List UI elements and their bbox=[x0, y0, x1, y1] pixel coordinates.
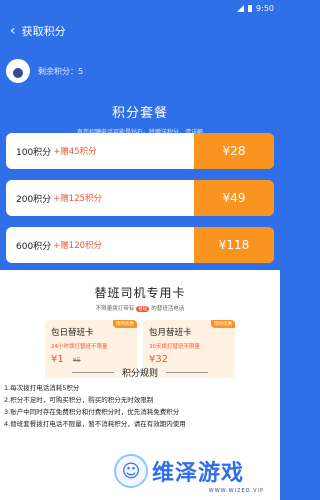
avatar bbox=[6, 59, 30, 83]
rules-list: 1.每次拨打电话消耗5积分 2.积分不足时，可购买积分，购买的积分无时效限制 3… bbox=[4, 382, 276, 430]
package-gift: +赠125积分 bbox=[53, 194, 103, 204]
rule-item: 3.账户中同时存在免费积分和付费积分时，优先消耗免费积分 bbox=[4, 408, 180, 416]
package-points: 600积分 bbox=[16, 241, 52, 252]
rules-title: 积分规则 bbox=[0, 366, 280, 379]
avatar-image bbox=[13, 68, 23, 78]
card-price-row: ¥1 ¥5 bbox=[51, 354, 131, 365]
package-price-button[interactable]: ¥49 bbox=[194, 180, 274, 216]
package-info: 600积分 +赠120积分 bbox=[6, 227, 194, 263]
package-200[interactable]: 200积分 +赠125积分 ¥49 bbox=[6, 180, 274, 216]
package-100[interactable]: 100积分 +赠45积分 ¥28 bbox=[6, 133, 274, 169]
status-bar: 9:50 bbox=[0, 0, 280, 16]
rule-item: 2.积分不足时，可购买积分，购买的积分无时效限制 bbox=[4, 396, 154, 404]
package-points: 200积分 bbox=[16, 194, 52, 205]
subtitle-prefix: 不限量拨打带有 bbox=[95, 306, 135, 312]
remaining-points: 剩余积分：5 bbox=[38, 66, 84, 76]
substitute-tag: 替班 bbox=[136, 306, 150, 312]
card-desc: 30天拨打替班不限量 bbox=[149, 344, 200, 350]
package-info: 200积分 +赠125积分 bbox=[6, 180, 194, 216]
watermark-text: 维泽游戏 bbox=[152, 461, 245, 486]
card-price: ¥32 bbox=[149, 354, 169, 365]
packages-title: 积分套餐 bbox=[111, 106, 168, 121]
card-price-row: ¥32 bbox=[149, 354, 229, 365]
package-points: 100积分 bbox=[16, 147, 52, 158]
limited-offer-badge: 限时优惠 bbox=[113, 320, 137, 328]
watermark-logo-icon: ☺ bbox=[114, 454, 148, 488]
signal-icon bbox=[237, 4, 245, 12]
card-old-price: ¥5 bbox=[72, 357, 81, 364]
package-price-button[interactable]: ¥28 bbox=[194, 133, 274, 169]
package-price-button[interactable]: ¥118 bbox=[194, 227, 274, 263]
status-time: 9:50 bbox=[256, 3, 274, 13]
user-row: 剩余积分：5 bbox=[0, 46, 280, 96]
driver-card-title: 替班司机专用卡 bbox=[94, 286, 186, 300]
page-title: 获取积分 bbox=[21, 25, 66, 38]
limited-offer-badge: 限时优惠 bbox=[211, 320, 235, 328]
watermark: ☺ 维泽游戏 WWW.WIZED.VIP bbox=[114, 446, 274, 496]
card-price: ¥1 bbox=[51, 354, 64, 365]
package-600[interactable]: 600积分 +赠120积分 ¥118 bbox=[6, 227, 274, 263]
rule-item: 1.每次拨打电话消耗5积分 bbox=[4, 384, 80, 392]
back-icon[interactable]: ‹ bbox=[10, 24, 16, 38]
card-desc: 24小时拨打替班不限量 bbox=[51, 344, 108, 350]
header: ‹ 获取积分 bbox=[0, 16, 280, 46]
driver-card-subtitle: 不限量拨打带有 替班 的替班活电话 bbox=[0, 304, 280, 312]
rules-title-text: 积分规则 bbox=[121, 369, 158, 379]
rule-item: 4.替班套餐拨打电话不限量，暂不消耗积分，请在有效期内使用 bbox=[4, 420, 186, 428]
package-info: 100积分 +赠45积分 bbox=[6, 133, 194, 169]
battery-icon bbox=[248, 4, 253, 12]
package-gift: +赠120积分 bbox=[53, 241, 103, 251]
subtitle-suffix: 的替班活电话 bbox=[151, 306, 185, 312]
lower-panel: 替班司机专用卡 不限量拨打带有 替班 的替班活电话 限时优惠 包日替班卡 24小时拨… bbox=[0, 270, 280, 500]
package-gift: +赠45积分 bbox=[53, 147, 97, 157]
watermark-subtext: WWW.WIZED.VIP bbox=[208, 488, 264, 494]
